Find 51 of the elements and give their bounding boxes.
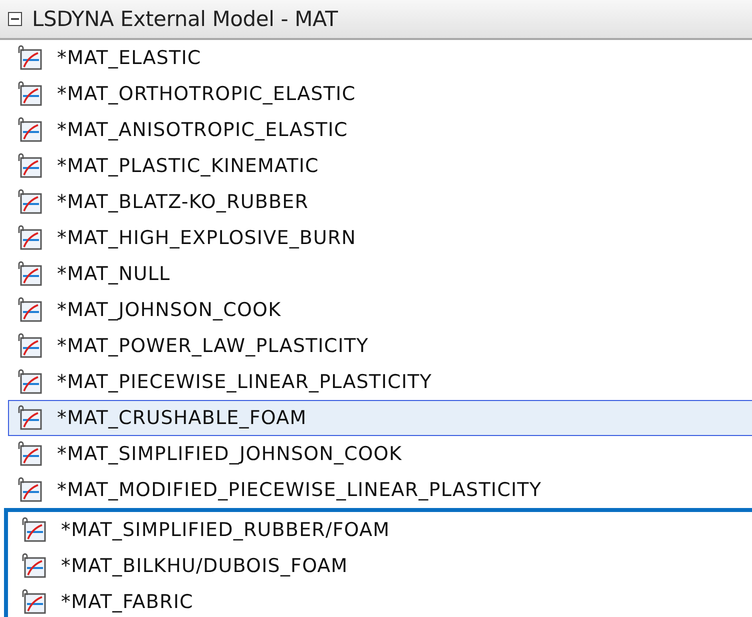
item-label: *MAT_ANISOTROPIC_ELASTIC [57,119,348,141]
item-label: *MAT_FABRIC [61,591,194,613]
material-curve-icon [17,225,43,251]
tree-item[interactable]: *MAT_ANISOTROPIC_ELASTIC [0,112,752,148]
item-label: *MAT_PLASTIC_KINEMATIC [57,155,319,177]
material-curve-icon [21,589,47,615]
tree-item[interactable]: *MAT_ORTHOTROPIC_ELASTIC [0,76,752,112]
tree-item[interactable]: *MAT_SIMPLIFIED_RUBBER/FOAM [8,512,752,548]
item-label: *MAT_JOHNSON_COOK [57,299,282,321]
item-label: *MAT_SIMPLIFIED_JOHNSON_COOK [57,443,402,465]
material-curve-icon [17,369,43,395]
material-curve-icon [17,405,43,431]
tree-item[interactable]: *MAT_POWER_LAW_PLASTICITY [0,328,752,364]
material-curve-icon [17,81,43,107]
tree-item[interactable]: *MAT_NULL [0,256,752,292]
tree-item[interactable]: *MAT_BLATZ-KO_RUBBER [0,184,752,220]
item-label: *MAT_ORTHOTROPIC_ELASTIC [57,83,356,105]
material-curve-icon [21,553,47,579]
item-label: *MAT_MODIFIED_PIECEWISE_LINEAR_PLASTICITY [57,479,542,501]
material-curve-icon [17,333,43,359]
collapse-icon[interactable] [8,12,22,26]
material-curve-icon [17,441,43,467]
tree-item[interactable]: *MAT_PIECEWISE_LINEAR_PLASTICITY [0,364,752,400]
item-label: *MAT_HIGH_EXPLOSIVE_BURN [57,227,356,249]
item-label: *MAT_SIMPLIFIED_RUBBER/FOAM [61,519,390,541]
tree-item[interactable]: *MAT_CRUSHABLE_FOAM [8,400,752,436]
item-label: *MAT_BLATZ-KO_RUBBER [57,191,309,213]
tree-item[interactable]: *MAT_PLASTIC_KINEMATIC [0,148,752,184]
material-curve-icon [17,297,43,323]
item-label: *MAT_NULL [57,263,170,285]
tree-item[interactable]: *MAT_HIGH_EXPLOSIVE_BURN [0,220,752,256]
material-curve-icon [17,117,43,143]
material-curve-icon [17,153,43,179]
material-curve-icon [17,261,43,287]
tree-item[interactable]: *MAT_BILKHU/DUBOIS_FOAM [8,548,752,584]
item-label: *MAT_ELASTIC [57,47,202,69]
tree-item[interactable]: *MAT_FABRIC [8,584,752,617]
tree-item[interactable]: *MAT_JOHNSON_COOK [0,292,752,328]
material-curve-icon [21,517,47,543]
item-label: *MAT_BILKHU/DUBOIS_FOAM [61,555,348,577]
item-label: *MAT_CRUSHABLE_FOAM [57,407,307,429]
tree-item[interactable]: *MAT_ELASTIC [0,40,752,76]
group-header[interactable]: LSDYNA External Model - MAT [0,0,752,40]
tree-item[interactable]: *MAT_SIMPLIFIED_JOHNSON_COOK [0,436,752,472]
item-label: *MAT_PIECEWISE_LINEAR_PLASTICITY [57,371,432,393]
group-title: LSDYNA External Model - MAT [32,7,338,31]
material-curve-icon [17,189,43,215]
item-label: *MAT_POWER_LAW_PLASTICITY [57,335,369,357]
material-curve-icon [17,477,43,503]
tree-item[interactable]: *MAT_MODIFIED_PIECEWISE_LINEAR_PLASTICITY [0,472,752,508]
material-curve-icon [17,45,43,71]
